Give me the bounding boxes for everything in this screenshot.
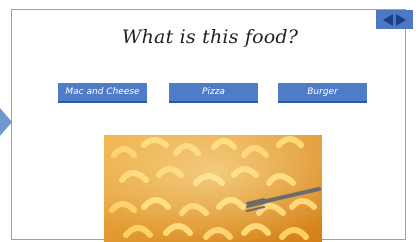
choice-button-pizza[interactable]: Pizza [169,83,258,103]
food-image [104,135,322,242]
mac-and-cheese-photo [104,135,322,242]
arrow-right-icon[interactable] [396,13,406,26]
question-title: What is this food? [121,26,299,48]
slide-navigation [376,10,413,29]
side-tab-arrow[interactable] [0,108,12,136]
arrow-left-icon[interactable] [383,13,393,26]
choice-button-burger[interactable]: Burger [278,83,367,103]
choice-button-mac-and-cheese[interactable]: Mac and Cheese [58,83,147,103]
